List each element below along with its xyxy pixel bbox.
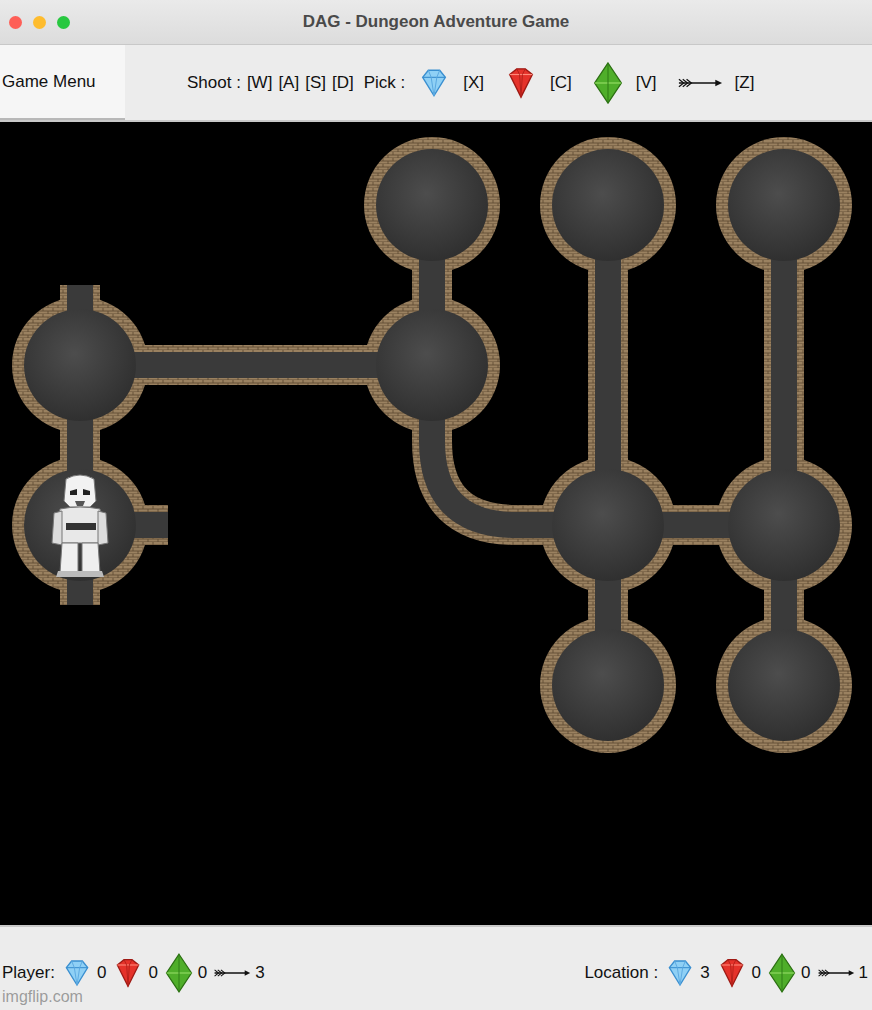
- window-title: DAG - Dungeon Adventure Game: [303, 12, 570, 32]
- watermark: imgflip.com: [2, 988, 83, 1006]
- room[interactable]: [552, 149, 664, 261]
- room-wall: [716, 617, 852, 753]
- shoot-label: Shoot :: [187, 73, 241, 93]
- location-count: 3: [664, 957, 709, 989]
- dungeon-view: [0, 122, 872, 925]
- player-count: 0: [112, 957, 157, 989]
- diamond-icon: [61, 957, 93, 989]
- room-wall: [716, 457, 852, 593]
- room-wall: [12, 297, 148, 433]
- close-button[interactable]: [9, 16, 22, 29]
- room[interactable]: [728, 149, 840, 261]
- arrow-icon: [213, 967, 251, 979]
- dungeon-map: [0, 122, 872, 925]
- room-wall: [540, 617, 676, 753]
- location-count: 0: [716, 957, 761, 989]
- room-wall: [12, 457, 148, 593]
- room[interactable]: [728, 469, 840, 581]
- room[interactable]: [376, 149, 488, 261]
- room-wall: [364, 297, 500, 433]
- ruby-icon: [112, 957, 144, 989]
- pick-item: [Z]: [677, 73, 755, 93]
- emerald-icon: [592, 61, 624, 105]
- pick-item: [X]: [417, 66, 484, 100]
- room-wall: [540, 137, 676, 273]
- location-inventory: Location : 3001: [584, 953, 868, 993]
- status-bar: Player: 0003 Location : 3001 imgflip.com: [0, 925, 872, 1010]
- shoot-key: [D]: [332, 73, 354, 93]
- pick-key: [X]: [463, 73, 484, 93]
- location-count: 1: [817, 963, 868, 983]
- room-wall: [716, 137, 852, 273]
- pick-key: [V]: [636, 73, 657, 93]
- pick-key: [C]: [550, 73, 572, 93]
- diamond-icon: [417, 66, 451, 100]
- controls-legend: Shoot : [W][A][S][D] Pick : [X] [C] [V] …: [187, 61, 762, 105]
- emerald-icon: [164, 953, 194, 993]
- room-wall: [364, 137, 500, 273]
- shoot-key: [W]: [247, 73, 273, 93]
- room[interactable]: [552, 629, 664, 741]
- shoot-key: [A]: [278, 73, 299, 93]
- game-menu-tab[interactable]: Game Menu: [0, 45, 125, 120]
- pick-key: [Z]: [735, 73, 755, 93]
- room[interactable]: [376, 309, 488, 421]
- diamond-icon: [664, 957, 696, 989]
- title-bar: DAG - Dungeon Adventure Game: [0, 0, 872, 45]
- toolbar: Game Menu Shoot : [W][A] [S] [D] Pick : [X…: [0, 45, 872, 122]
- player-count: 0: [61, 957, 106, 989]
- player-count: 0: [164, 953, 207, 993]
- room[interactable]: [24, 469, 136, 581]
- ruby-icon: [716, 957, 748, 989]
- player-label: Player:: [2, 963, 55, 983]
- pick-item: [C]: [504, 66, 572, 100]
- pick-item: [V]: [592, 61, 657, 105]
- pick-label: Pick :: [364, 73, 406, 93]
- arrow-icon: [817, 967, 855, 979]
- game-window: DAG - Dungeon Adventure Game Game Menu S…: [0, 0, 872, 1010]
- room-wall: [540, 457, 676, 593]
- room[interactable]: [728, 629, 840, 741]
- room[interactable]: [24, 309, 136, 421]
- arrow-icon: [677, 76, 723, 90]
- room[interactable]: [552, 469, 664, 581]
- ruby-icon: [504, 66, 538, 100]
- zoom-button[interactable]: [57, 16, 70, 29]
- location-label: Location :: [584, 963, 658, 983]
- location-count: 0: [767, 953, 810, 993]
- stormtrooper-icon: [52, 475, 108, 577]
- emerald-icon: [767, 953, 797, 993]
- shoot-key: [S]: [305, 73, 326, 93]
- minimize-button[interactable]: [33, 16, 46, 29]
- player-count: 3: [213, 963, 264, 983]
- player-inventory: Player: 0003: [2, 953, 265, 993]
